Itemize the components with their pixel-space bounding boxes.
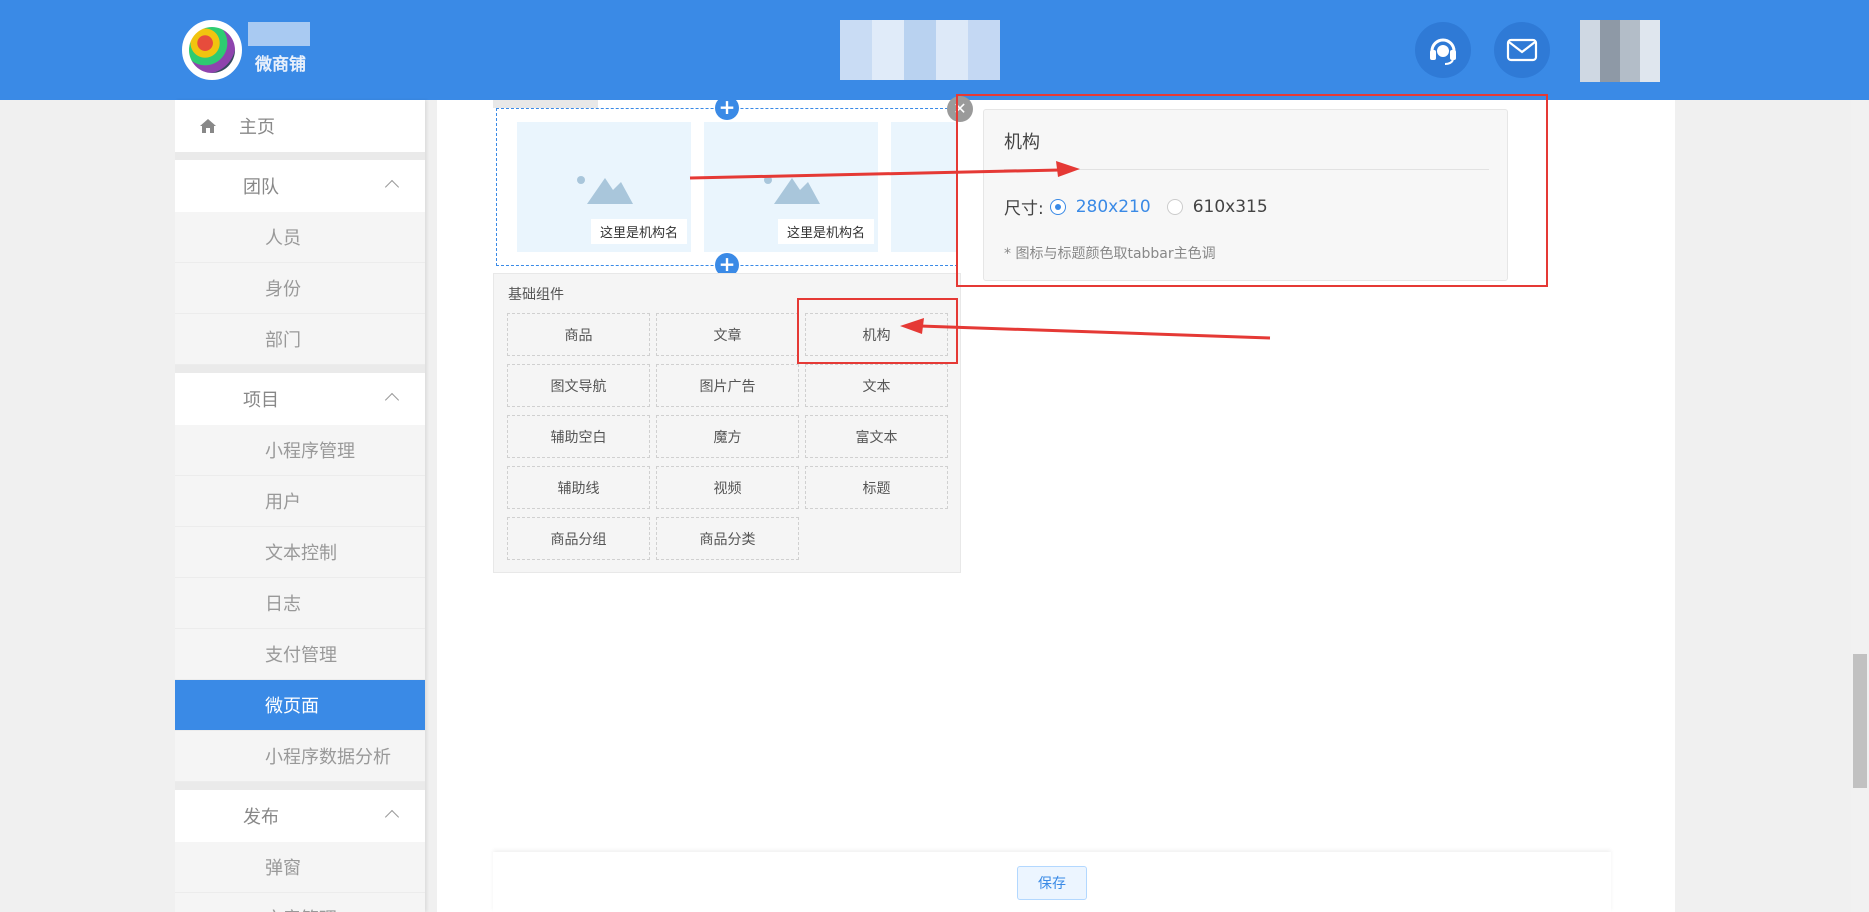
component-heading[interactable]: 标题 — [805, 466, 948, 509]
institution-preview-block[interactable]: 这里是机构名 这里是机构名 — [496, 108, 958, 266]
scrollbar-thumb[interactable] — [1853, 654, 1867, 788]
sidebar-group-label: 团队 — [243, 177, 279, 198]
sidebar-group-label: 发布 — [243, 807, 279, 828]
component-text[interactable]: 文本 — [805, 364, 948, 407]
image-placeholder-icon — [577, 176, 633, 204]
scrollbar-track[interactable] — [1851, 100, 1869, 912]
component-goods[interactable]: 商品 — [507, 313, 650, 356]
chevron-up-icon — [384, 392, 400, 408]
sidebar-item-staff[interactable]: 人员 — [175, 212, 425, 263]
institution-name-label: 这里是机构名 — [591, 219, 688, 244]
institution-card: 这里是机构名 — [704, 122, 878, 252]
sidebar-gap — [175, 782, 425, 790]
brand-name: 微商铺 — [255, 55, 306, 75]
institution-card — [891, 122, 957, 252]
sidebar-group-publish[interactable]: 发布 — [175, 790, 425, 842]
blurred-text — [248, 22, 310, 46]
top-header: 微商铺 — [0, 0, 1869, 100]
component-divider[interactable]: 辅助线 — [507, 466, 650, 509]
sidebar-item-home[interactable]: 主页 — [175, 100, 425, 152]
sidebar-item-micro-page[interactable]: 微页面 — [175, 680, 425, 731]
save-button[interactable]: 保存 — [1017, 866, 1087, 900]
component-goods-group[interactable]: 商品分组 — [507, 517, 650, 560]
component-rich-text[interactable]: 富文本 — [805, 415, 948, 458]
headset-icon — [1430, 38, 1456, 65]
sidebar-group-label: 项目 — [243, 390, 279, 411]
sidebar-item-home-label: 主页 — [239, 117, 275, 138]
component-cube[interactable]: 魔方 — [656, 415, 799, 458]
logo-image — [189, 27, 235, 73]
footer-bar: 保存 — [493, 852, 1611, 912]
institution-card: 这里是机构名 — [517, 122, 691, 252]
sidebar-item-logs[interactable]: 日志 — [175, 578, 425, 629]
chevron-up-icon — [384, 809, 400, 825]
sidebar-item-payment[interactable]: 支付管理 — [175, 629, 425, 680]
component-image-ad[interactable]: 图片广告 — [656, 364, 799, 407]
message-button[interactable] — [1494, 22, 1550, 78]
component-image-nav[interactable]: 图文导航 — [507, 364, 650, 407]
sidebar-item-popup[interactable]: 弹窗 — [175, 842, 425, 893]
component-spacer[interactable]: 辅助空白 — [507, 415, 650, 458]
sidebar-item-users[interactable]: 用户 — [175, 476, 425, 527]
sidebar-gap — [175, 152, 425, 160]
chevron-up-icon — [384, 179, 400, 195]
annotation-box-settings — [956, 94, 1548, 287]
annotation-box-component — [797, 298, 958, 364]
preview-tab — [493, 100, 598, 108]
component-video[interactable]: 视频 — [656, 466, 799, 509]
sidebar-item-text-control[interactable]: 文本控制 — [175, 527, 425, 578]
components-title: 基础组件 — [508, 287, 564, 303]
sidebar: 主页 团队 人员 身份 部门 项目 小程序管理 用户 文本控制 日志 支付管理 … — [175, 100, 425, 912]
sidebar-gap — [175, 365, 425, 373]
sidebar-item-department[interactable]: 部门 — [175, 314, 425, 365]
add-above-icon[interactable]: + — [715, 96, 739, 120]
sidebar-group-team[interactable]: 团队 — [175, 160, 425, 212]
mail-icon — [1506, 38, 1538, 62]
blurred-title — [840, 20, 1000, 80]
customer-service-button[interactable] — [1415, 22, 1471, 78]
sidebar-item-miniapp-management[interactable]: 小程序管理 — [175, 425, 425, 476]
sidebar-item-role[interactable]: 身份 — [175, 263, 425, 314]
institution-name-label: 这里是机构名 — [778, 219, 875, 244]
image-placeholder-icon — [764, 176, 820, 204]
sidebar-item-miniapp-analytics[interactable]: 小程序数据分析 — [175, 731, 425, 782]
sidebar-group-project[interactable]: 项目 — [175, 373, 425, 425]
component-article[interactable]: 文章 — [656, 313, 799, 356]
user-avatar[interactable] — [1580, 20, 1660, 82]
logo[interactable] — [182, 20, 242, 80]
sidebar-item-articles[interactable]: 文章管理 — [175, 893, 425, 912]
component-goods-category[interactable]: 商品分类 — [656, 517, 799, 560]
home-icon — [200, 119, 216, 133]
